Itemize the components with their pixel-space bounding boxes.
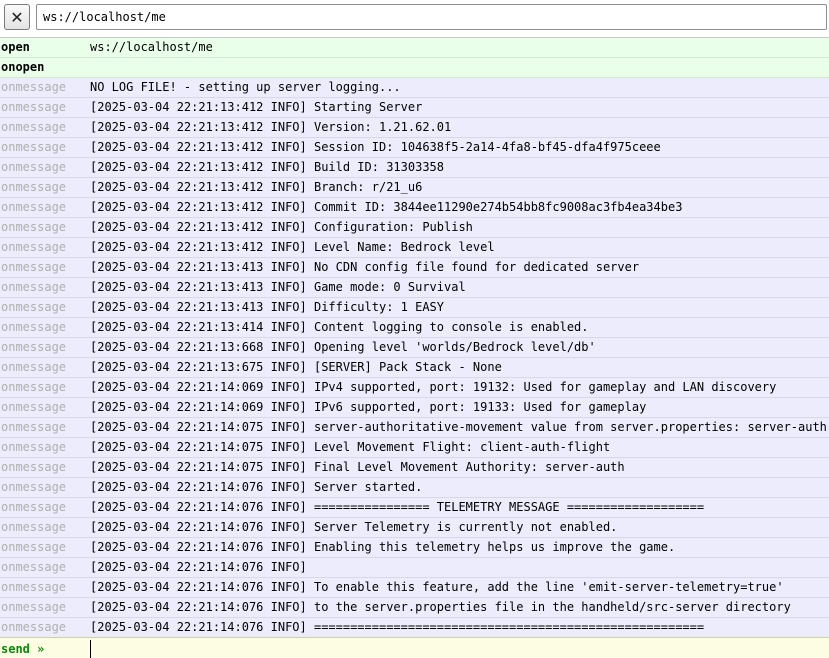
log-message-text: [2025-03-04 22:21:13:412 INFO] Level Nam… <box>90 240 495 254</box>
log-row: onmessage [2025-03-04 22:21:13:412 INFO] … <box>0 138 829 158</box>
log-row: onmessage [2025-03-04 22:21:13:413 INFO] … <box>0 258 829 278</box>
log-event-type: onmessage <box>1 280 67 294</box>
log-event-type: onmessage <box>1 620 67 634</box>
log-message-text: [2025-03-04 22:21:14:069 INFO] IPv6 supp… <box>90 400 647 414</box>
log-event-type: onmessage <box>1 560 67 574</box>
log-message-text: ws://localhost/me <box>90 40 213 54</box>
toolbar: ✕ <box>0 0 829 36</box>
log-row: open ws://localhost/me <box>0 38 829 58</box>
log-event-type: onmessage <box>1 520 67 534</box>
log-event-type: onmessage <box>1 540 67 554</box>
log-row: onmessage [2025-03-04 22:21:14:069 INFO] … <box>0 398 829 418</box>
log-event-type: onmessage <box>1 480 67 494</box>
log-message-text: [2025-03-04 22:21:13:413 INFO] No CDN co… <box>90 260 640 274</box>
log-event-type: onmessage <box>1 360 67 374</box>
websocket-url-input[interactable] <box>36 4 827 30</box>
log-message-text: [2025-03-04 22:21:13:412 INFO] Build ID:… <box>90 160 445 174</box>
send-label: send » <box>1 641 45 656</box>
log-event-type: onmessage <box>1 580 67 594</box>
log-event-type: onmessage <box>1 160 67 174</box>
log-event-type: onmessage <box>1 260 67 274</box>
log-row: onmessage [2025-03-04 22:21:13:412 INFO] … <box>0 178 829 198</box>
log-event-type: onmessage <box>1 140 67 154</box>
log-event-type: onopen <box>1 60 45 74</box>
send-message-input[interactable] <box>90 639 829 658</box>
log-event-type: onmessage <box>1 180 67 194</box>
log-event-type: onmessage <box>1 320 67 334</box>
log-event-type: onmessage <box>1 340 67 354</box>
log-event-type: onmessage <box>1 120 67 134</box>
log-row: onmessage [2025-03-04 22:21:13:412 INFO] … <box>0 118 829 138</box>
log-row: onmessage [2025-03-04 22:21:13:675 INFO] … <box>0 358 829 378</box>
log-event-type: onmessage <box>1 220 67 234</box>
log-event-type: onmessage <box>1 500 67 514</box>
log-message-text: [2025-03-04 22:21:14:076 INFO] to the se… <box>90 600 791 614</box>
log-message-text: [2025-03-04 22:21:14:076 INFO] To enable… <box>90 580 784 594</box>
log-event-type: onmessage <box>1 400 67 414</box>
log-row: onmessage [2025-03-04 22:21:13:413 INFO] … <box>0 278 829 298</box>
log-message-text <box>90 58 829 77</box>
log-event-type: onmessage <box>1 240 67 254</box>
log-message-text: [2025-03-04 22:21:14:075 INFO] Final Lev… <box>90 460 625 474</box>
log-event-type: onmessage <box>1 80 67 94</box>
log-message-text: [2025-03-04 22:21:13:412 INFO] Configura… <box>90 220 473 234</box>
log-row: onmessage [2025-03-04 22:21:14:076 INFO] … <box>0 478 829 498</box>
log-row: onmessage [2025-03-04 22:21:13:412 INFO] … <box>0 198 829 218</box>
log-message-text: [2025-03-04 22:21:14:076 INFO] Enabling … <box>90 540 676 554</box>
log-event-type: onmessage <box>1 460 67 474</box>
send-bar: send » <box>0 637 829 658</box>
log-message-text: [2025-03-04 22:21:14:075 INFO] Level Mov… <box>90 440 611 454</box>
log-message-text: [2025-03-04 22:21:14:076 INFO] =========… <box>90 620 705 634</box>
log-message-text: NO LOG FILE! - setting up server logging… <box>90 80 401 94</box>
log-message-text: [2025-03-04 22:21:13:412 INFO] Commit ID… <box>90 200 683 214</box>
close-icon: ✕ <box>10 7 24 27</box>
log-row: onmessage [2025-03-04 22:21:14:076 INFO] … <box>0 518 829 538</box>
log-message-text: [2025-03-04 22:21:14:076 INFO] Server Te… <box>90 520 618 534</box>
log-row: onmessage [2025-03-04 22:21:14:069 INFO] … <box>0 378 829 398</box>
log-row: onmessage [2025-03-04 22:21:14:076 INFO] <box>0 558 829 578</box>
log-event-type: onmessage <box>1 100 67 114</box>
log-message-text: [2025-03-04 22:21:14:076 INFO] =========… <box>90 500 705 514</box>
log-event-type: onmessage <box>1 420 67 434</box>
log-row: onmessage [2025-03-04 22:21:14:075 INFO] … <box>0 438 829 458</box>
log-row: onmessage [2025-03-04 22:21:14:075 INFO] … <box>0 458 829 478</box>
log-message-text: [2025-03-04 22:21:13:413 INFO] Game mode… <box>90 280 466 294</box>
log-message-text: [2025-03-04 22:21:13:412 INFO] Version: … <box>90 120 452 134</box>
log-row: onmessage [2025-03-04 22:21:14:076 INFO] … <box>0 578 829 598</box>
log-message-text: [2025-03-04 22:21:13:412 INFO] Branch: r… <box>90 180 423 194</box>
log-row: onmessage [2025-03-04 22:21:14:076 INFO] … <box>0 498 829 518</box>
log-message-text: [2025-03-04 22:21:14:076 INFO] Server st… <box>90 480 423 494</box>
log-event-type: open <box>1 40 30 54</box>
close-connection-button[interactable]: ✕ <box>4 4 30 30</box>
log-row: onmessage [2025-03-04 22:21:13:668 INFO] … <box>0 338 829 358</box>
log-row: onopen <box>0 58 829 78</box>
log-row: onmessage [2025-03-04 22:21:14:076 INFO] … <box>0 618 829 637</box>
log-message-text: [2025-03-04 22:21:14:076 INFO] <box>90 560 307 574</box>
log-row: onmessage [2025-03-04 22:21:14:076 INFO] … <box>0 598 829 618</box>
log-row: onmessage [2025-03-04 22:21:14:076 INFO] … <box>0 538 829 558</box>
log-message-text: [2025-03-04 22:21:14:075 INFO] server-au… <box>90 420 827 434</box>
log-event-type: onmessage <box>1 200 67 214</box>
log-message-text: [2025-03-04 22:21:13:668 INFO] Opening l… <box>90 340 596 354</box>
log-message-text: [2025-03-04 22:21:13:412 INFO] Session I… <box>90 140 661 154</box>
log-event-type: onmessage <box>1 600 67 614</box>
log-event-type: onmessage <box>1 300 67 314</box>
log-event-type: onmessage <box>1 380 67 394</box>
log-message-text: [2025-03-04 22:21:13:675 INFO] [SERVER] … <box>90 360 502 374</box>
log-row: onmessage [2025-03-04 22:21:13:412 INFO] … <box>0 158 829 178</box>
log-row: onmessage NO LOG FILE! - setting up serve… <box>0 78 829 98</box>
log-message-text: [2025-03-04 22:21:14:069 INFO] IPv4 supp… <box>90 380 777 394</box>
log-row: onmessage [2025-03-04 22:21:13:414 INFO] … <box>0 318 829 338</box>
log-row: onmessage [2025-03-04 22:21:13:413 INFO] … <box>0 298 829 318</box>
log-event-type: onmessage <box>1 440 67 454</box>
log-row: onmessage [2025-03-04 22:21:13:412 INFO] … <box>0 218 829 238</box>
log-message-text: [2025-03-04 22:21:13:414 INFO] Content l… <box>90 320 589 334</box>
log-message-text: [2025-03-04 22:21:13:413 INFO] Difficult… <box>90 300 445 314</box>
log-row: onmessage [2025-03-04 22:21:14:075 INFO] … <box>0 418 829 438</box>
log-row: onmessage [2025-03-04 22:21:13:412 INFO] … <box>0 98 829 118</box>
message-log[interactable]: open ws://localhost/me onopen onmessage NO L… <box>0 37 829 637</box>
log-message-text: [2025-03-04 22:21:13:412 INFO] Starting … <box>90 100 423 114</box>
log-row: onmessage [2025-03-04 22:21:13:412 INFO] … <box>0 238 829 258</box>
